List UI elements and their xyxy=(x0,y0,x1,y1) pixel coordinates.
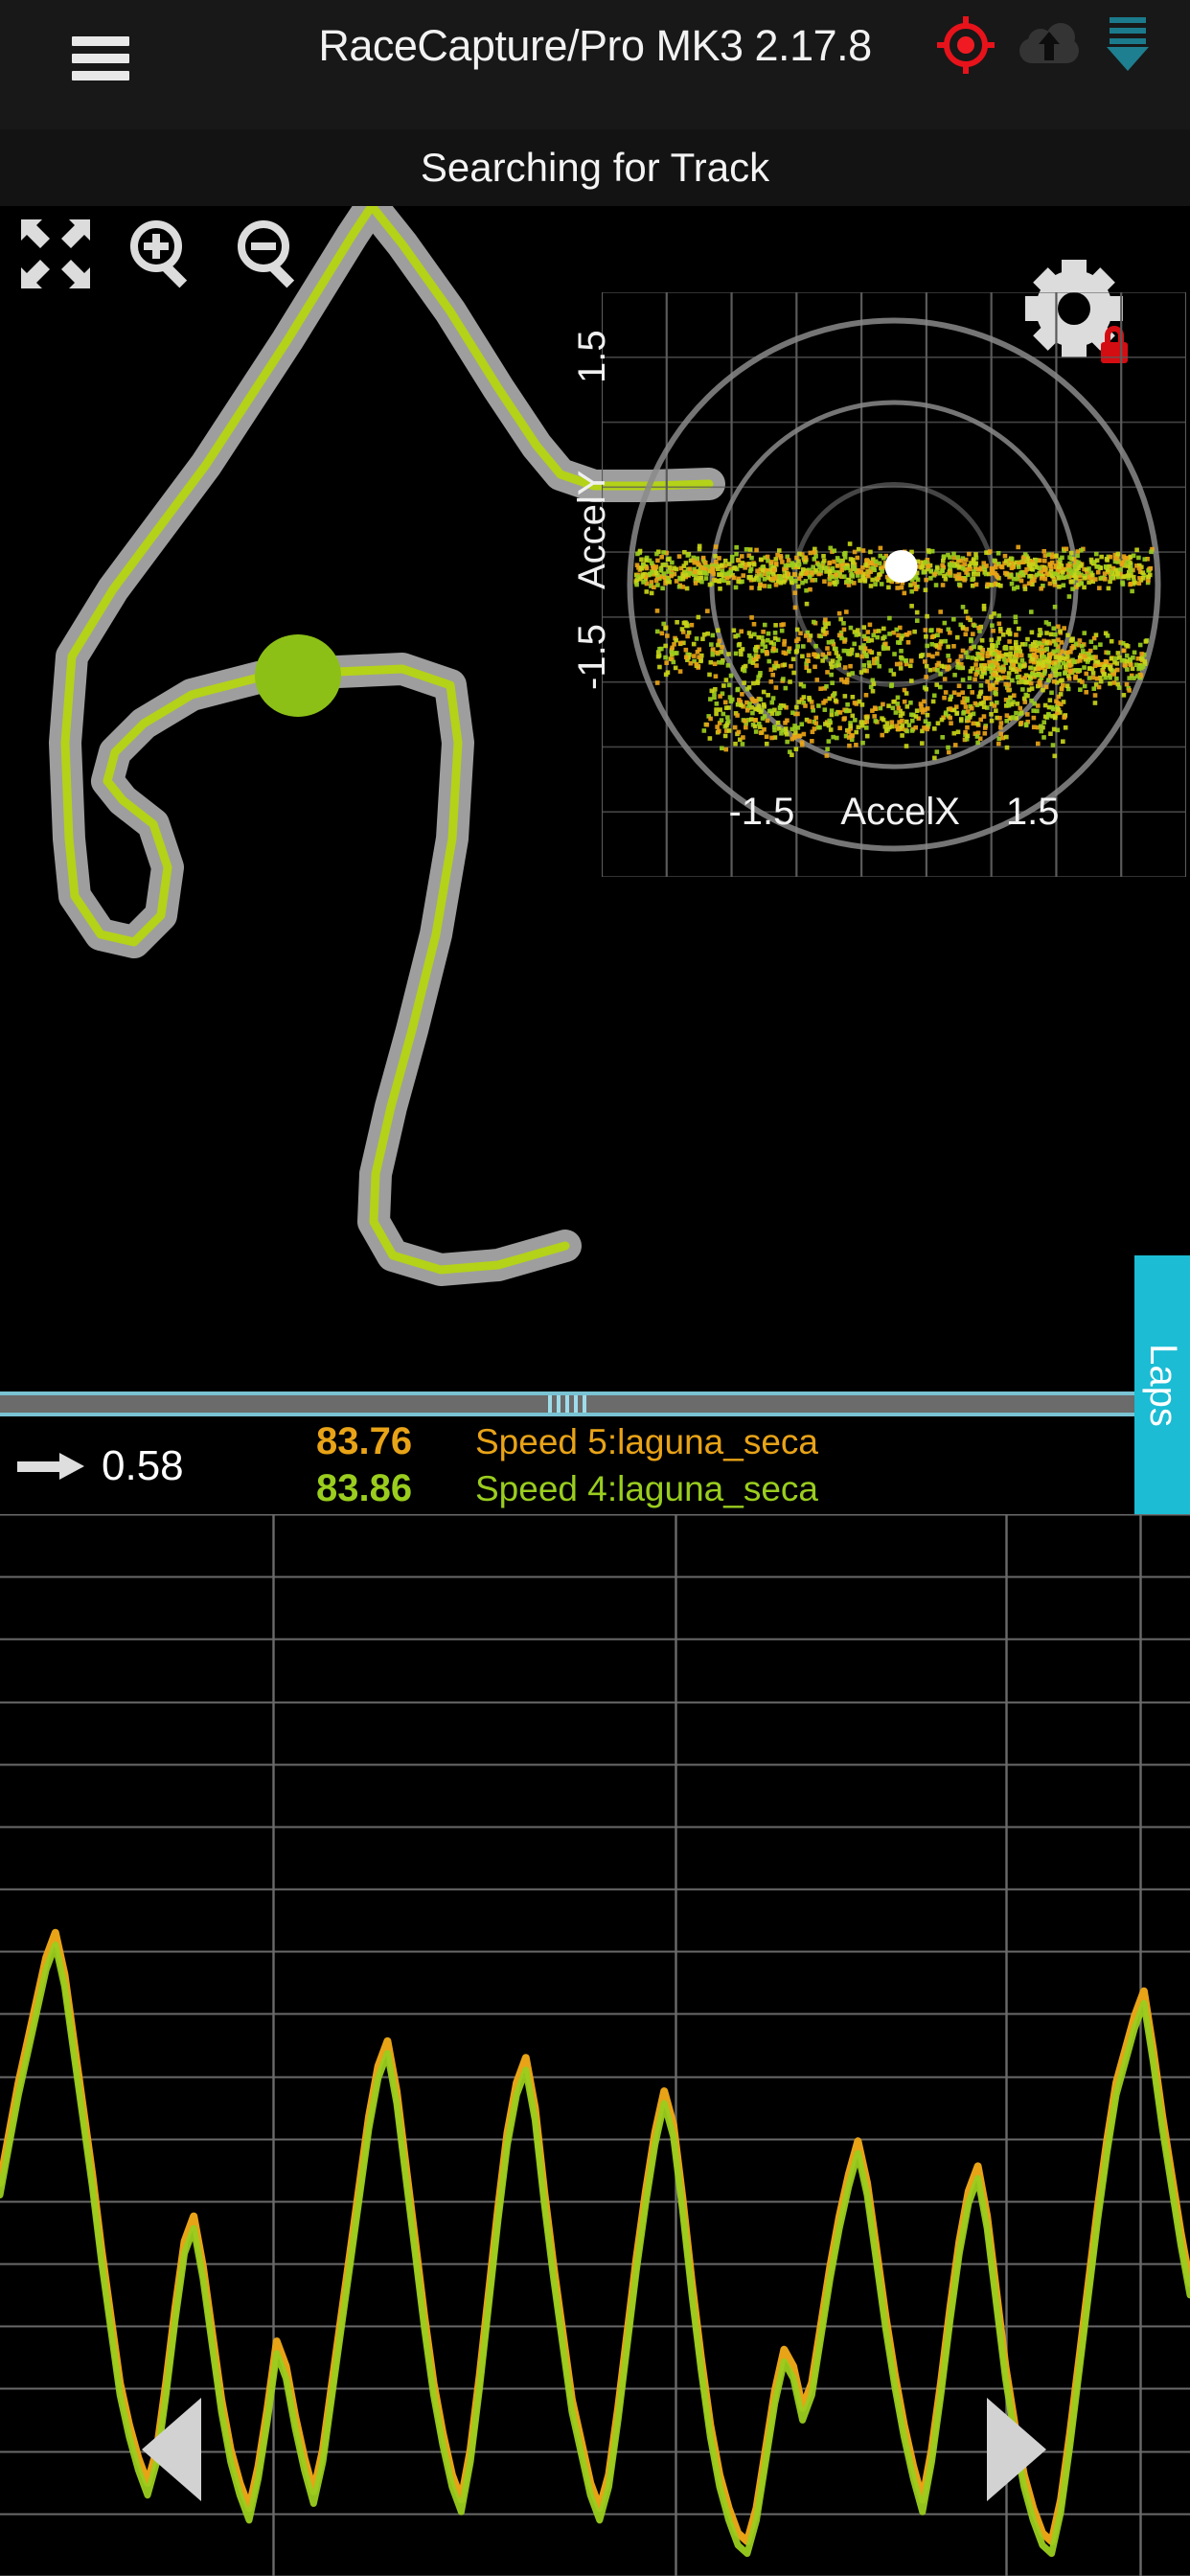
laps-tab-label: Laps xyxy=(1141,1343,1184,1427)
app-root: RaceCapture/Pro MK3 2.17.8 Searching for… xyxy=(0,0,1190,2576)
track-status-label: Searching for Track xyxy=(0,129,1190,206)
accel-x-axis-row: -1.5 AccelX 1.5 xyxy=(602,791,1186,834)
cursor-arrow-icon xyxy=(17,1453,84,1480)
cursor-value: 0.58 xyxy=(102,1442,184,1489)
laps-tab[interactable]: Laps xyxy=(1134,1255,1190,1514)
legend-series-list: 83.76 Speed 5:laguna_seca 83.86 Speed 4:… xyxy=(316,1420,818,1514)
title-bar: RaceCapture/Pro MK3 2.17.8 xyxy=(0,0,1190,129)
timeline-scrollbar-grip[interactable] xyxy=(541,1395,593,1413)
legend-label: Speed 5:laguna_seca xyxy=(475,1422,818,1461)
map-tool-group xyxy=(17,216,309,292)
fit-to-screen-icon[interactable] xyxy=(17,216,94,292)
timeline-scrollbar[interactable] xyxy=(0,1392,1190,1416)
accel-x-min-tick: -1.5 xyxy=(728,791,795,833)
legend-value: 83.76 xyxy=(316,1420,413,1462)
legend-item[interactable]: 83.76 Speed 5:laguna_seca xyxy=(316,1420,818,1467)
status-icon-group xyxy=(937,15,1150,75)
previous-lap-arrow-icon[interactable] xyxy=(142,2398,201,2501)
gps-target-icon[interactable] xyxy=(937,16,995,74)
accel-x-axis-label: AccelX xyxy=(840,791,960,833)
legend-item[interactable]: 83.86 Speed 4:laguna_seca xyxy=(316,1467,818,1514)
cursor-readout[interactable]: 0.58 xyxy=(17,1430,286,1503)
car-position-marker xyxy=(255,634,341,717)
telemetry-download-icon[interactable] xyxy=(1106,17,1150,73)
accel-y-axis-label: AccelY xyxy=(571,470,613,590)
accel-scatter-plot[interactable]: 1.5 AccelY -1.5 -1.5 AccelX 1.5 xyxy=(571,291,1188,878)
speed-line-chart[interactable] xyxy=(0,1514,1190,2576)
accel-y-max-tick: 1.5 xyxy=(571,330,613,383)
chart-legend: 0.58 83.76 Speed 5:laguna_seca 83.86 Spe… xyxy=(0,1420,1190,1514)
zoom-out-icon[interactable] xyxy=(232,216,309,292)
track-map-panel[interactable]: Laguna Seca 1.5 AccelY -1.5 -1.5 AccelX … xyxy=(0,206,1190,1380)
next-lap-arrow-icon[interactable] xyxy=(987,2398,1046,2501)
zoom-in-icon[interactable] xyxy=(125,216,201,292)
accel-y-min-tick: -1.5 xyxy=(571,624,613,690)
legend-value: 83.86 xyxy=(316,1467,413,1509)
legend-label: Speed 4:laguna_seca xyxy=(475,1469,818,1508)
cloud-upload-icon[interactable] xyxy=(1019,21,1079,69)
accel-x-max-tick: 1.5 xyxy=(1005,791,1060,833)
